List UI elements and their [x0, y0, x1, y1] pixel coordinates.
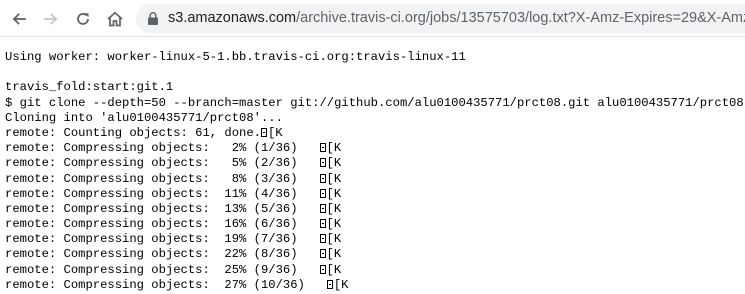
log-line: remote: Counting objects: 61, done. [K [5, 126, 744, 141]
log-line-escape: [K [326, 156, 342, 171]
log-line-escape: [K [326, 262, 342, 277]
log-line-escape: [K [326, 141, 342, 156]
browser-toolbar: s3.amazonaws.com/archive.travis-ci.org/j… [0, 0, 745, 37]
log-line: remote: Compressing objects: 13% (5/36) … [5, 202, 744, 217]
log-line: Cloning into 'alu0100435771/prct08'... [5, 111, 744, 126]
escape-char-glyph [260, 127, 267, 137]
log-line: remote: Compressing objects: 25% (9/36) … [5, 263, 744, 278]
forward-arrow-icon [43, 11, 59, 27]
log-line-text: remote: Compressing objects: 5% (2/36) [5, 156, 320, 171]
log-line-escape: [K [333, 277, 349, 292]
lock-icon [146, 11, 160, 26]
reload-button[interactable] [71, 7, 95, 31]
log-line-escape: [K [326, 247, 342, 262]
log-line-escape: [K [326, 171, 342, 186]
escape-char-glyph [319, 143, 326, 153]
escape-char-glyph [319, 264, 326, 274]
log-line: remote: Compressing objects: 16% (6/36) … [5, 217, 744, 232]
log-line: travis_fold:start:git.1 [5, 80, 744, 95]
log-line: remote: Compressing objects: 19% (7/36) … [5, 232, 744, 247]
log-line-text: Cloning into 'alu0100435771/prct08'... [5, 110, 283, 125]
url-text[interactable]: s3.amazonaws.com/archive.travis-ci.org/j… [168, 10, 745, 27]
home-icon [106, 11, 124, 27]
log-line: remote: Compressing objects: 8% (3/36) [… [5, 172, 744, 187]
log-line: remote: Compressing objects: 22% (8/36) … [5, 247, 744, 262]
escape-char-glyph [319, 249, 326, 259]
log-line-escape: [K [326, 232, 342, 247]
reload-icon [75, 11, 91, 27]
log-line-text: remote: Compressing objects: 22% (8/36) [5, 247, 320, 262]
log-line-text: $ git clone --depth=50 --branch=master g… [5, 95, 744, 110]
escape-char-glyph [319, 203, 326, 213]
log-line-escape: [K [326, 201, 342, 216]
log-line: remote: Compressing objects: 2% (1/36) [… [5, 141, 744, 156]
escape-char-glyph [319, 219, 326, 229]
log-line-text: remote: Compressing objects: 16% (6/36) [5, 217, 320, 232]
back-button[interactable] [7, 7, 31, 31]
log-line: remote: Compressing objects: 11% (4/36) … [5, 187, 744, 202]
log-line: Using worker: worker-linux-5-1.bb.travis… [5, 50, 744, 65]
log-line-escape: [K [326, 217, 342, 232]
log-line-text: remote: Compressing objects: 25% (9/36) [5, 262, 320, 277]
address-bar[interactable]: s3.amazonaws.com/archive.travis-ci.org/j… [136, 4, 745, 33]
escape-char-glyph [319, 173, 326, 183]
escape-char-glyph [319, 188, 326, 198]
log-line-escape: [K [267, 125, 283, 140]
log-line-text: travis_fold:start:git.1 [5, 80, 174, 95]
log-line-text: remote: Compressing objects: 13% (5/36) [5, 201, 320, 216]
back-arrow-icon [11, 11, 27, 27]
escape-char-glyph [326, 279, 333, 289]
escape-char-glyph [319, 158, 326, 168]
log-output: Using worker: worker-linux-5-1.bb.travis… [5, 50, 744, 293]
log-line-escape: [K [326, 186, 342, 201]
log-line: remote: Compressing objects: 5% (2/36) [… [5, 156, 744, 171]
log-line-text: remote: Compressing objects: 8% (3/36) [5, 171, 320, 186]
forward-button[interactable] [39, 7, 63, 31]
log-line-text: remote: Compressing objects: 19% (7/36) [5, 232, 320, 247]
log-line-text: remote: Counting objects: 61, done. [5, 125, 261, 140]
log-line-text: remote: Compressing objects: 27% (10/36) [5, 277, 327, 292]
log-line: remote: Compressing objects: 27% (10/36)… [5, 278, 744, 293]
url-host: s3.amazonaws.com [168, 10, 297, 26]
log-line-text: remote: Compressing objects: 2% (1/36) [5, 141, 320, 156]
escape-char-glyph [319, 234, 326, 244]
home-button[interactable] [103, 7, 127, 31]
log-line-text: remote: Compressing objects: 11% (4/36) [5, 186, 320, 201]
log-line: $ git clone --depth=50 --branch=master g… [5, 96, 744, 111]
log-line-text: Using worker: worker-linux-5-1.bb.travis… [5, 50, 466, 64]
url-path: /archive.travis-ci.org/jobs/13575703/log… [296, 10, 745, 26]
